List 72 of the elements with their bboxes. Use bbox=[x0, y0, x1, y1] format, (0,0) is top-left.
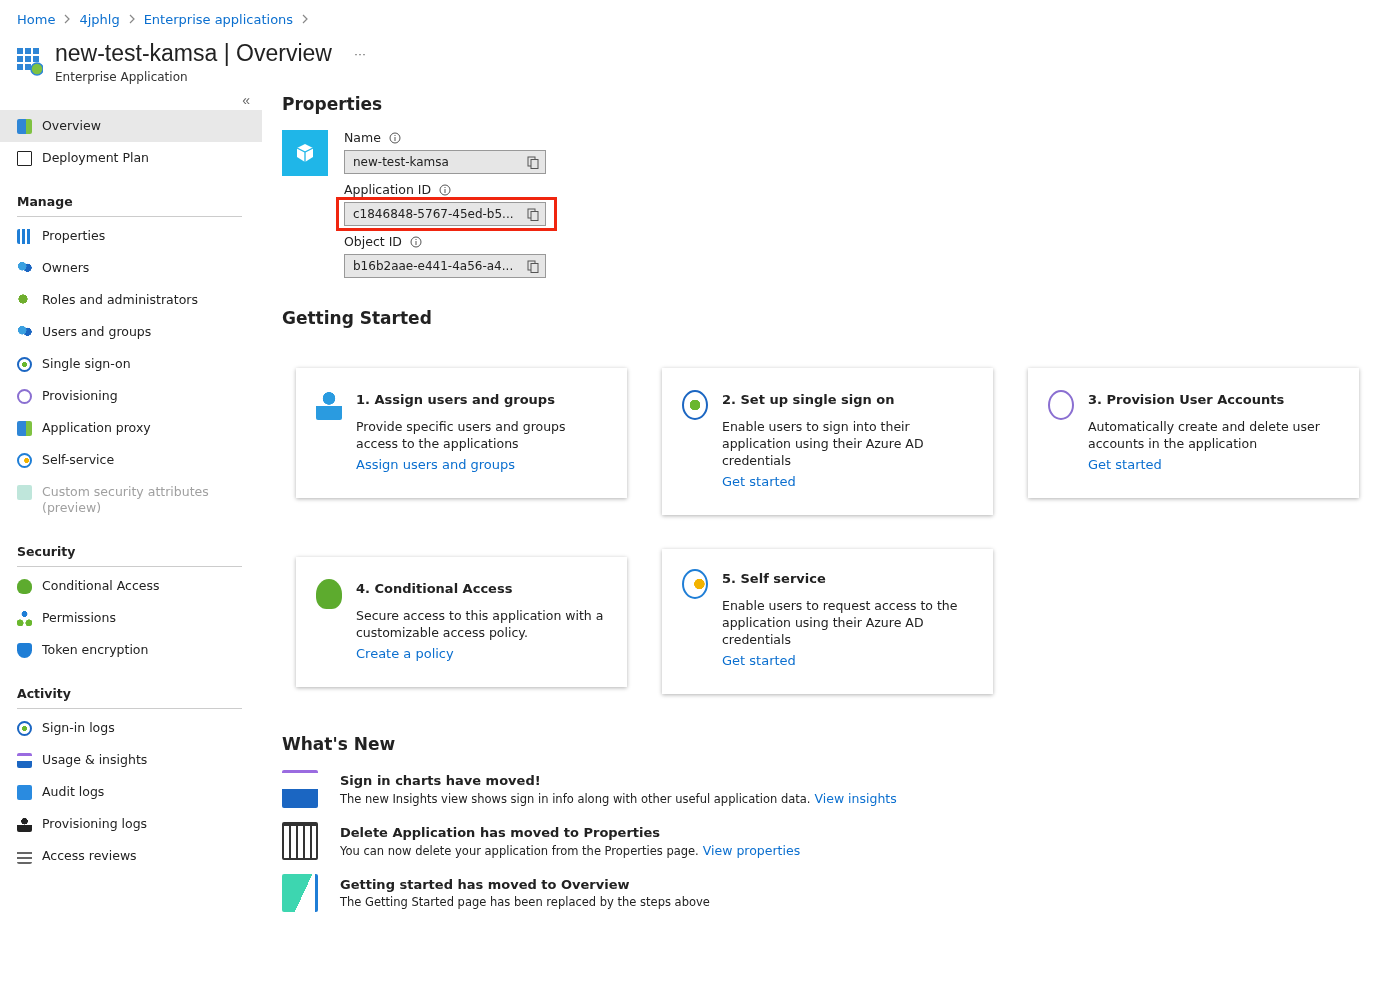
collapse-button[interactable]: « bbox=[240, 90, 252, 110]
info-icon bbox=[439, 183, 452, 196]
copy-icon[interactable] bbox=[527, 259, 539, 273]
nav-item[interactable]: Single sign-on bbox=[0, 348, 262, 380]
chevron-icon bbox=[63, 14, 72, 24]
news-link[interactable]: View properties bbox=[702, 842, 801, 858]
card-link[interactable]: Get started bbox=[722, 653, 796, 668]
bars-icon bbox=[17, 229, 32, 244]
news-text: The Getting Started page has been replaced by the steps above bbox=[340, 895, 710, 909]
nav-item[interactable]: Owners bbox=[0, 252, 262, 284]
readonly-field[interactable]: new-test-kamsa bbox=[344, 150, 546, 174]
section-heading: Security bbox=[16, 543, 77, 561]
nav-item[interactable]: Provisioning logs bbox=[0, 808, 262, 840]
card-text: Enable users to sign into their application using their Azure AD credentials bbox=[722, 418, 925, 469]
section-title: Properties bbox=[282, 94, 384, 114]
section-heading: Activity bbox=[16, 685, 72, 703]
nav-item[interactable]: Provisioning bbox=[0, 380, 262, 412]
field-label: Object ID bbox=[344, 234, 402, 249]
section-heading: Manage bbox=[16, 193, 74, 211]
field-label: Application ID bbox=[344, 182, 432, 197]
breadcrumb-link[interactable]: Home bbox=[17, 11, 56, 27]
breadcrumb-link[interactable]: Enterprise applications bbox=[143, 11, 294, 27]
nav-item[interactable]: Deployment Plan bbox=[0, 142, 262, 174]
section-title: What's New bbox=[282, 734, 397, 754]
info-icon bbox=[410, 235, 422, 248]
copy-icon[interactable] bbox=[527, 155, 539, 169]
page-title: new-test-kamsa | Overview bbox=[55, 40, 332, 67]
nav-item[interactable]: Audit logs bbox=[0, 776, 262, 808]
nav-item[interactable]: Permissions bbox=[0, 602, 262, 634]
trash-icon bbox=[282, 822, 318, 860]
card-title: 1. Assign users and groups bbox=[356, 392, 556, 407]
nav-item[interactable]: Sign-in logs bbox=[0, 712, 262, 744]
card-title: 5. Self service bbox=[722, 571, 827, 586]
readonly-field[interactable]: c1846848-5767-45ed-b5... bbox=[344, 202, 546, 226]
nav-item[interactable]: Overview bbox=[0, 110, 262, 142]
cube-icon bbox=[282, 130, 328, 176]
nav-item[interactable]: Roles and administrators bbox=[0, 284, 262, 316]
chevron-icon bbox=[301, 14, 310, 24]
news-title: Delete Application has moved to Properties bbox=[340, 824, 662, 840]
news-title: Getting started has moved to Overview bbox=[340, 877, 631, 892]
section-title: Getting Started bbox=[282, 308, 433, 328]
nav-item[interactable]: Properties bbox=[0, 220, 262, 252]
nav-item[interactable]: Usage & insights bbox=[0, 744, 262, 776]
card-title: 2. Set up single sign on bbox=[722, 392, 896, 407]
more-button[interactable]: ··· bbox=[349, 46, 370, 61]
card-link[interactable]: Assign users and groups bbox=[356, 457, 516, 472]
breadcrumb-link[interactable]: 4jphlg bbox=[79, 11, 120, 27]
nav-item[interactable]: Conditional Access bbox=[0, 570, 262, 602]
nav-item[interactable]: Self-service bbox=[0, 444, 262, 476]
card-text: Provide specific users and groups access to the applications bbox=[356, 418, 567, 452]
nav-item[interactable]: Token encryption bbox=[0, 634, 262, 666]
news-text: You can now delete your application from the Properties page. bbox=[340, 843, 699, 858]
card-text: Enable users to request access to the application using their Azure AD credentials bbox=[722, 597, 959, 648]
readonly-field[interactable]: b16b2aae-e441-4a56-a4... bbox=[344, 254, 546, 278]
news-link[interactable]: View insights bbox=[814, 790, 897, 806]
news-title: Sign in charts have moved! bbox=[340, 772, 542, 788]
card-text: Automatically create and delete user accounts in the application bbox=[1088, 418, 1321, 452]
card-title: 3. Provision User Accounts bbox=[1088, 392, 1286, 407]
nav-item[interactable]: Access reviews bbox=[0, 840, 262, 872]
nav-item[interactable]: Application proxy bbox=[0, 412, 262, 444]
info-icon bbox=[388, 131, 401, 144]
card-link[interactable]: Get started bbox=[1088, 457, 1162, 472]
field-label: Name bbox=[344, 130, 381, 145]
news-text: The new Insights view shows sign in info along with other useful application data. bbox=[340, 791, 811, 806]
card-link[interactable]: Create a policy bbox=[356, 646, 454, 661]
page-subtitle: Enterprise Application bbox=[55, 70, 189, 84]
card-text: Secure access to this application with a customizable access policy. bbox=[356, 607, 605, 641]
chevron-icon bbox=[127, 14, 136, 24]
card-link[interactable]: Get started bbox=[722, 474, 796, 489]
nav-item[interactable]: Users and groups bbox=[0, 316, 262, 348]
copy-icon[interactable] bbox=[527, 207, 539, 221]
card-title: 4. Conditional Access bbox=[356, 581, 514, 596]
